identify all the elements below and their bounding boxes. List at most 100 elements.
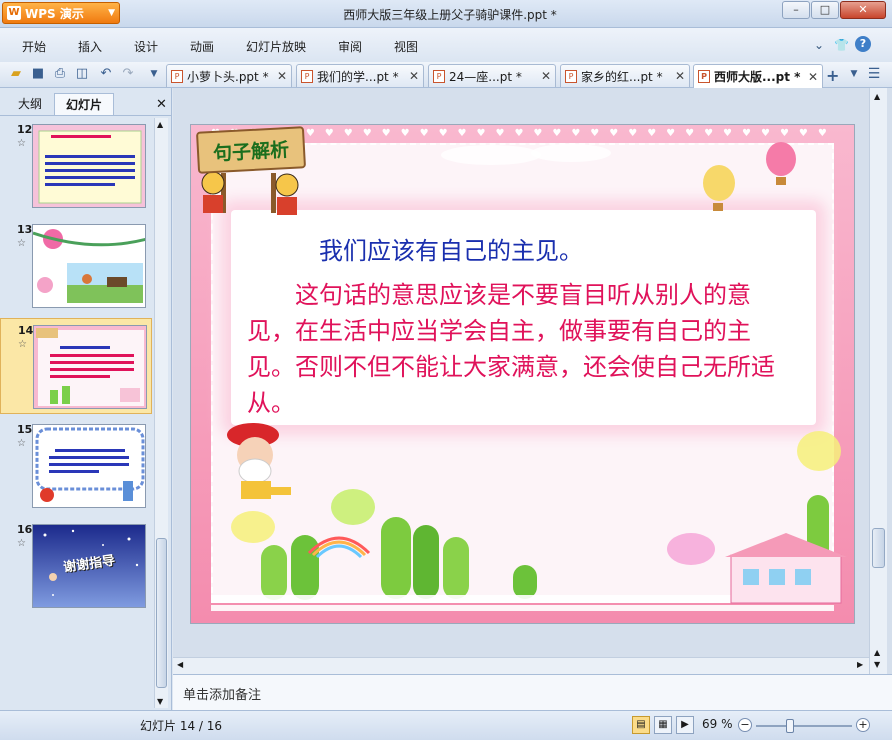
- doc-tab-4[interactable]: P 家乡的红...pt * ✕: [560, 64, 690, 87]
- menu-bar: 开始 插入 设计 动画 幻灯片放映 审阅 视图 ⌄ 👕 ?: [0, 28, 892, 62]
- menu-view[interactable]: 视图: [394, 38, 418, 55]
- slide-thumbnail-12[interactable]: [32, 124, 146, 208]
- slide-thumbnail-row[interactable]: 12 ☆: [0, 118, 152, 214]
- ribbon-collapse-icon[interactable]: ⌄: [814, 38, 824, 52]
- doc-tab-label: 24—座...pt *: [449, 69, 522, 84]
- normal-view-icon[interactable]: ▤: [632, 716, 650, 734]
- menu-review[interactable]: 审阅: [338, 38, 362, 55]
- minimize-button[interactable]: –: [782, 1, 810, 19]
- doc-tab-2[interactable]: P 我们的学...pt * ✕: [296, 64, 424, 87]
- next-slide-icon[interactable]: ▼: [874, 660, 880, 669]
- zoom-slider-handle[interactable]: [786, 719, 794, 733]
- doc-tab-label: 我们的学...pt *: [317, 69, 399, 84]
- close-window-button[interactable]: ✕: [840, 1, 886, 19]
- slide-14-preview: [36, 328, 144, 406]
- slide-12-preview: [38, 130, 142, 204]
- ppt-file-icon: P: [565, 69, 577, 83]
- slide-number: 13: [17, 223, 33, 236]
- slides-panel: 大纲 幻灯片 ✕ 12 ☆ 13 ☆ 14 ☆ 15 ☆ 16 ☆ 谢谢指导 ▲…: [0, 88, 172, 710]
- menu-animation[interactable]: 动画: [190, 38, 214, 55]
- menu-slideshow[interactable]: 幻灯片放映: [246, 38, 306, 55]
- close-tab-icon[interactable]: ✕: [409, 69, 419, 83]
- wps-app-menu-button[interactable]: W WPS 演示 ▼: [2, 2, 120, 24]
- transition-star-icon: ☆: [17, 538, 26, 549]
- open-folder-icon[interactable]: ▰: [8, 66, 24, 82]
- zoom-slider-track[interactable]: [756, 725, 852, 727]
- slide-counter: 幻灯片 14 / 16: [140, 719, 223, 733]
- tab-outline[interactable]: 大纲: [8, 93, 52, 115]
- tab-list-icon[interactable]: ☰: [866, 66, 882, 82]
- ppt-file-icon: P: [301, 69, 313, 83]
- scroll-down-icon[interactable]: ▼: [157, 697, 163, 706]
- transition-star-icon: ☆: [17, 138, 26, 149]
- editor-horizontal-scrollbar[interactable]: ◀ ▶: [173, 657, 869, 674]
- current-slide-canvas[interactable]: ♥♥♥♥♥♥♥♥♥♥♥♥♥♥♥♥♥♥♥♥♥♥♥♥♥♥♥♥♥♥♥♥♥♥♥♥♥♥: [190, 124, 855, 624]
- zoom-out-button[interactable]: −: [738, 718, 752, 732]
- notes-pane[interactable]: 单击添加备注: [173, 674, 892, 710]
- editor-scrollbar-thumb[interactable]: [872, 528, 885, 568]
- doc-tab-label: 西师大版...pt *: [714, 70, 801, 84]
- close-tab-icon[interactable]: ✕: [675, 69, 685, 83]
- notes-placeholder[interactable]: 单击添加备注: [183, 684, 261, 703]
- menu-insert[interactable]: 插入: [78, 38, 102, 55]
- panel-tabs: 大纲 幻灯片 ✕: [0, 90, 172, 116]
- slide-thumbnail-14[interactable]: [33, 325, 147, 409]
- slide-thumbnail-row-selected[interactable]: 14 ☆: [0, 318, 152, 414]
- doc-tab-label: 家乡的红...pt *: [581, 69, 663, 84]
- print-preview-icon[interactable]: ◫: [74, 66, 90, 82]
- thumbnail-scrollbar[interactable]: ▲ ▼: [154, 118, 168, 708]
- slide-sorter-icon[interactable]: ▦: [654, 716, 672, 734]
- doc-tab-3[interactable]: P 24—座...pt * ✕: [428, 64, 556, 87]
- help-button[interactable]: ?: [855, 36, 871, 52]
- redo-icon[interactable]: ↷: [120, 66, 136, 82]
- ppt-file-icon: P: [171, 69, 183, 83]
- new-tab-dropdown-icon[interactable]: ▼: [846, 66, 862, 82]
- toolbar-dropdown-icon[interactable]: ▼: [146, 66, 162, 82]
- doc-tab-5-active[interactable]: P 西师大版...pt * ✕: [693, 64, 823, 88]
- print-icon[interactable]: ⎙: [52, 66, 68, 82]
- slideshow-play-icon[interactable]: ▶: [676, 716, 694, 734]
- undo-icon[interactable]: ↶: [98, 66, 114, 82]
- scroll-right-icon[interactable]: ▶: [857, 660, 863, 669]
- slide-thumbnail-13[interactable]: [32, 224, 146, 308]
- slide-thumbnail-row[interactable]: 13 ☆: [0, 218, 152, 314]
- slide-number: 16: [17, 523, 33, 536]
- transition-star-icon: ☆: [17, 238, 26, 249]
- close-panel-icon[interactable]: ✕: [156, 97, 167, 112]
- slide-thumbnail-row[interactable]: 16 ☆ 谢谢指导: [0, 518, 152, 614]
- editor-vertical-scrollbar[interactable]: ▲ ▲ ▼: [869, 88, 887, 674]
- close-tab-icon[interactable]: ✕: [541, 69, 551, 83]
- wps-logo-icon: W: [7, 6, 21, 20]
- thumbnail-scrollbar-thumb[interactable]: [156, 538, 167, 688]
- menu-design[interactable]: 设计: [134, 38, 158, 55]
- slide-thumbnail-row[interactable]: 15 ☆: [0, 418, 152, 514]
- slide-number: 15: [17, 423, 33, 436]
- slide-number: 12: [17, 123, 33, 136]
- prev-slide-icon[interactable]: ▲: [874, 648, 880, 657]
- doc-tab-label: 小萝卜头.ppt *: [187, 69, 269, 84]
- menu-start[interactable]: 开始: [22, 38, 46, 55]
- maximize-button[interactable]: □: [811, 1, 839, 19]
- slide-thumbnail-list: 12 ☆ 13 ☆ 14 ☆ 15 ☆ 16 ☆ 谢谢指导: [0, 118, 152, 708]
- transition-star-icon: ☆: [17, 438, 26, 449]
- slide-15-preview: [33, 425, 145, 507]
- doc-tab-1[interactable]: P 小萝卜头.ppt * ✕: [166, 64, 292, 87]
- window-title: 西师大版三年级上册父子骑驴课件.ppt *: [343, 8, 557, 22]
- slide-paragraph[interactable]: 这句话的意思应该是不要盲目听从别人的意见，在生活中应当学会自主，做事要有自己的主…: [247, 277, 777, 421]
- zoom-in-button[interactable]: +: [856, 718, 870, 732]
- close-tab-icon[interactable]: ✕: [808, 70, 818, 84]
- scroll-left-icon[interactable]: ◀: [177, 660, 183, 669]
- slide-thumbnail-16[interactable]: 谢谢指导: [32, 524, 146, 608]
- new-tab-plus-icon[interactable]: +: [826, 66, 839, 85]
- tab-slides[interactable]: 幻灯片: [54, 93, 114, 115]
- scroll-up-icon[interactable]: ▲: [157, 120, 163, 129]
- sentence-analysis-sign[interactable]: 句子解析: [195, 126, 307, 174]
- slide-13-preview: [33, 225, 145, 307]
- close-tab-icon[interactable]: ✕: [277, 69, 287, 83]
- scroll-up-icon[interactable]: ▲: [874, 92, 880, 101]
- save-icon[interactable]: ■: [30, 66, 46, 82]
- slide-thumbnail-15[interactable]: [32, 424, 146, 508]
- skin-shirt-icon[interactable]: 👕: [834, 38, 849, 52]
- slide-line-1[interactable]: 我们应该有自己的主见。: [319, 231, 583, 266]
- title-bar: W WPS 演示 ▼ 西师大版三年级上册父子骑驴课件.ppt * – □ ✕: [0, 0, 892, 28]
